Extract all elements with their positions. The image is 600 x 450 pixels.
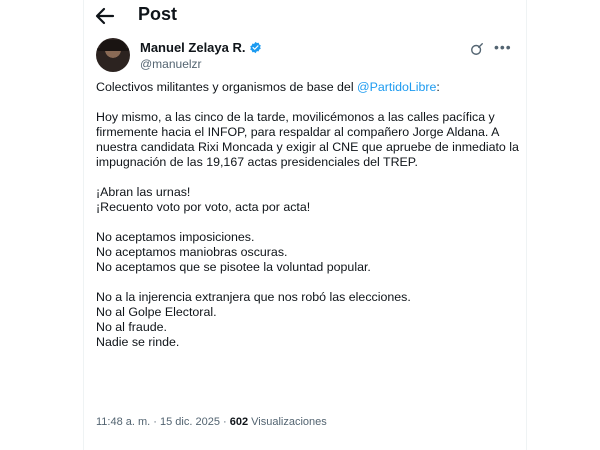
post-paragraph: Hoy mismo, a las cinco de la tarde, movi… (96, 110, 519, 169)
author-display-name[interactable]: Manuel Zelaya R. (140, 40, 245, 55)
post-author: Manuel Zelaya R. @manuelzr ••• (96, 38, 516, 78)
post-paragraph: No a la injerencia extranjera que nos ro… (96, 290, 411, 349)
author-handle[interactable]: @manuelzr (140, 57, 202, 71)
post-column: Post Manuel Zelaya R. @manuelzr ••• Cole… (83, 0, 527, 450)
post-paragraph: No aceptamos imposiciones. No aceptamos … (96, 230, 371, 274)
grok-icon[interactable] (470, 42, 484, 56)
more-icon[interactable]: ••• (494, 40, 511, 56)
left-margin (0, 0, 83, 450)
arrow-left-icon (95, 7, 115, 25)
mention-link[interactable]: @PartidoLibre (357, 80, 436, 94)
page-title: Post (138, 4, 178, 24)
post-time[interactable]: 11:48 a. m. (96, 416, 150, 428)
views-count: 602 (229, 416, 249, 428)
name-row: Manuel Zelaya R. (140, 40, 262, 55)
back-button[interactable] (94, 6, 116, 26)
post-paragraph: ¡Abran las urnas! ¡Recuento voto por vot… (96, 185, 311, 214)
views-label: Visualizaciones (248, 416, 327, 428)
right-margin (527, 0, 600, 450)
avatar[interactable] (96, 38, 130, 72)
post-date[interactable]: 15 dic. 2025 (160, 416, 220, 428)
post-meta: 11:48 a. m. · 15 dic. 2025 · 602 Visuali… (96, 416, 327, 428)
post-intro: Colectivos militantes y organismos de ba… (96, 80, 440, 94)
post-header: Post (84, 0, 526, 32)
post-text: Colectivos militantes y organismos de ba… (96, 80, 522, 365)
verified-badge-icon (250, 41, 262, 54)
